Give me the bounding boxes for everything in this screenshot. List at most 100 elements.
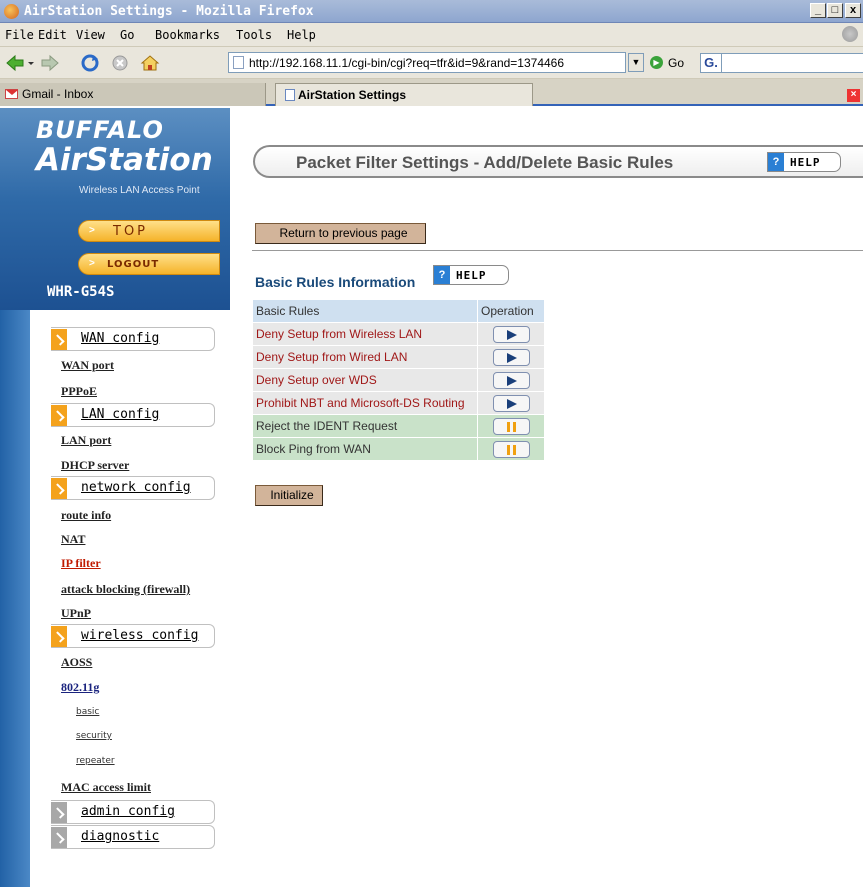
- firefox-icon: [4, 4, 19, 19]
- section-diagnostic[interactable]: diagnostic: [51, 825, 215, 849]
- url-input[interactable]: [249, 55, 621, 70]
- sidebar-strip: [0, 310, 30, 887]
- logout-button-label: LOGOUT: [107, 259, 160, 270]
- table-row: Reject the IDENT Request: [252, 414, 545, 438]
- table-row: Deny Setup from Wireless LAN: [252, 322, 545, 346]
- pause-icon: [506, 421, 510, 432]
- sidebar-item-upnp[interactable]: UPnP: [61, 606, 91, 621]
- tab-label: AirStation Settings: [298, 88, 407, 102]
- brand-tagline: Wireless LAN Access Point: [79, 185, 200, 196]
- buffalo-logo: BUFFALO: [36, 116, 164, 144]
- chevron-right-icon: [51, 802, 67, 823]
- sidebar-item-aoss[interactable]: AOSS: [61, 655, 92, 670]
- page-content: BUFFALO AirStation Wireless LAN Access P…: [0, 108, 863, 887]
- section-wan-config[interactable]: WAN config: [51, 327, 215, 351]
- column-header-operation: Operation: [477, 299, 545, 323]
- initialize-button[interactable]: Initialize: [255, 485, 323, 506]
- back-icon[interactable]: [5, 53, 25, 73]
- play-button[interactable]: [492, 394, 530, 412]
- sidebar-item-pppoe[interactable]: PPPoE: [61, 384, 97, 399]
- section-label: wireless config: [81, 628, 199, 643]
- pause-button[interactable]: [492, 417, 530, 435]
- window-title-bar: AirStation Settings - Mozilla Firefox _ …: [0, 0, 863, 23]
- url-dropdown-button[interactable]: ▼: [628, 53, 644, 72]
- sidebar-subitem-security[interactable]: security: [76, 731, 112, 741]
- play-icon: [506, 398, 517, 409]
- minimize-button[interactable]: _: [810, 3, 826, 18]
- sidebar-item-802-11g[interactable]: 802.11g: [61, 680, 99, 695]
- play-icon: [506, 329, 517, 340]
- sidebar-item-wan-port[interactable]: WAN port: [61, 358, 114, 373]
- sidebar-subitem-basic[interactable]: basic: [76, 707, 99, 717]
- play-button[interactable]: [492, 325, 530, 343]
- play-icon: [506, 352, 517, 363]
- rules-help-button[interactable]: ? HELP: [433, 265, 509, 285]
- menu-bookmarks[interactable]: Bookmarks: [155, 28, 220, 42]
- section-wireless-config[interactable]: wireless config: [51, 624, 215, 648]
- pause-button[interactable]: [492, 440, 530, 458]
- back-dropdown-icon[interactable]: [26, 53, 36, 73]
- section-lan-config[interactable]: LAN config: [51, 403, 215, 427]
- sidebar: BUFFALO AirStation Wireless LAN Access P…: [0, 108, 230, 887]
- sidebar-item-ip-filter[interactable]: IP filter: [61, 556, 101, 571]
- menu-go[interactable]: Go: [120, 28, 134, 42]
- tab-airstation-settings[interactable]: AirStation Settings: [275, 83, 533, 106]
- section-label: LAN config: [81, 407, 160, 422]
- close-tab-icon[interactable]: ×: [847, 89, 860, 102]
- logout-button[interactable]: > LOGOUT: [78, 253, 220, 275]
- chevron-right-icon: [51, 478, 67, 499]
- sidebar-item-route-info[interactable]: route info: [61, 508, 111, 523]
- tab-bar: Gmail - Inbox AirStation Settings: [0, 79, 863, 106]
- sidebar-item-nat[interactable]: NAT: [61, 532, 85, 547]
- sidebar-item-attack-blocking[interactable]: attack blocking (firewall): [61, 582, 190, 597]
- go-icon[interactable]: ▶: [650, 56, 663, 69]
- menu-edit[interactable]: Edit: [38, 28, 67, 42]
- menu-file[interactable]: File: [5, 28, 34, 42]
- top-button[interactable]: > TOP: [78, 220, 220, 242]
- section-label: WAN config: [81, 331, 160, 346]
- chevron-right-icon: [51, 329, 67, 350]
- menu-tools[interactable]: Tools: [236, 28, 272, 42]
- page-title-bar: Packet Filter Settings - Add/Delete Basi…: [253, 145, 863, 178]
- sidebar-item-dhcp-server[interactable]: DHCP server: [61, 458, 129, 473]
- tab-label: Gmail - Inbox: [22, 87, 94, 101]
- menu-help[interactable]: Help: [287, 28, 316, 42]
- sidebar-subitem-repeater[interactable]: repeater: [76, 756, 115, 766]
- url-bar[interactable]: [228, 52, 626, 73]
- forward-icon[interactable]: [40, 53, 60, 73]
- table-row: Prohibit NBT and Microsoft-DS Routing: [252, 391, 545, 415]
- help-button[interactable]: ? HELP: [767, 152, 841, 172]
- stop-icon[interactable]: [110, 53, 130, 73]
- question-icon: ?: [768, 153, 784, 171]
- play-icon: [506, 375, 517, 386]
- close-window-button[interactable]: x: [845, 3, 861, 18]
- play-button[interactable]: [492, 371, 530, 389]
- return-button[interactable]: Return to previous page: [255, 223, 426, 244]
- chevron-right-icon: >: [89, 258, 95, 269]
- reload-icon[interactable]: [80, 53, 100, 73]
- section-network-config[interactable]: network config: [51, 476, 215, 500]
- home-icon[interactable]: [140, 53, 160, 73]
- maximize-button[interactable]: □: [827, 3, 843, 18]
- chevron-right-icon: [51, 405, 67, 426]
- section-label: network config: [81, 480, 191, 495]
- rule-name: Deny Setup from Wired LAN: [252, 345, 478, 369]
- tab-gmail-inbox[interactable]: Gmail - Inbox: [0, 83, 266, 106]
- help-label: HELP: [456, 269, 487, 282]
- play-button[interactable]: [492, 348, 530, 366]
- airstation-logo: AirStation: [36, 142, 213, 178]
- gmail-icon: [5, 89, 18, 99]
- rule-name: Deny Setup from Wireless LAN: [252, 322, 478, 346]
- go-button-label[interactable]: Go: [668, 56, 684, 70]
- sidebar-header: BUFFALO AirStation Wireless LAN Access P…: [0, 108, 230, 310]
- sidebar-item-lan-port[interactable]: LAN port: [61, 433, 111, 448]
- help-label: HELP: [790, 156, 821, 169]
- search-engine-button[interactable]: G.: [700, 53, 722, 73]
- search-input[interactable]: [722, 53, 863, 73]
- section-admin-config[interactable]: admin config: [51, 800, 215, 824]
- page-icon: [233, 56, 244, 69]
- chevron-right-icon: >: [89, 225, 95, 236]
- model-name: WHR-G54S: [47, 284, 115, 300]
- sidebar-item-mac-access-limit[interactable]: MAC access limit: [61, 780, 151, 795]
- menu-view[interactable]: View: [76, 28, 105, 42]
